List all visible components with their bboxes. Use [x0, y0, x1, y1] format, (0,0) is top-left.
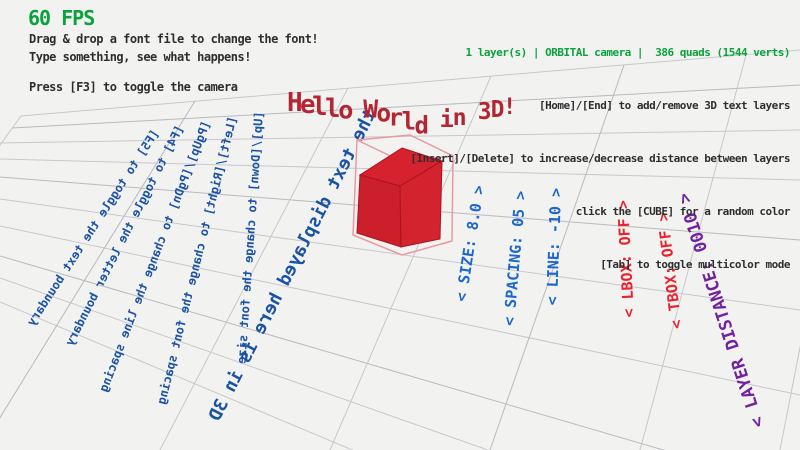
- hint-toggle-camera: Press [F3] to toggle the camera: [29, 80, 237, 94]
- status-line: 1 layer(s) | ORBITAL camera | 386 quads …: [410, 45, 790, 60]
- hint-drag-drop: Drag & drop a font file to change the fo…: [29, 32, 318, 46]
- hint-cube-color: click the [CUBE] for a random color: [410, 204, 790, 219]
- hint-multicolor-mode: [Tab] to toggle multicolor mode: [410, 257, 790, 272]
- hint-layer-distance: [Insert]/[Delete] to increase/decrease d…: [410, 151, 790, 166]
- hud-right-block: 1 layer(s) | ORBITAL camera | 386 quads …: [410, 7, 790, 310]
- hint-add-remove-layers: [Home]/[End] to add/remove 3D text layer…: [410, 98, 790, 113]
- fps-counter: 60 FPS: [28, 6, 94, 30]
- hint-type-something: Type something, see what happens!: [29, 50, 251, 64]
- scene-viewport[interactable]: [F5] to toggle the text boundary [F4] to…: [0, 0, 800, 450]
